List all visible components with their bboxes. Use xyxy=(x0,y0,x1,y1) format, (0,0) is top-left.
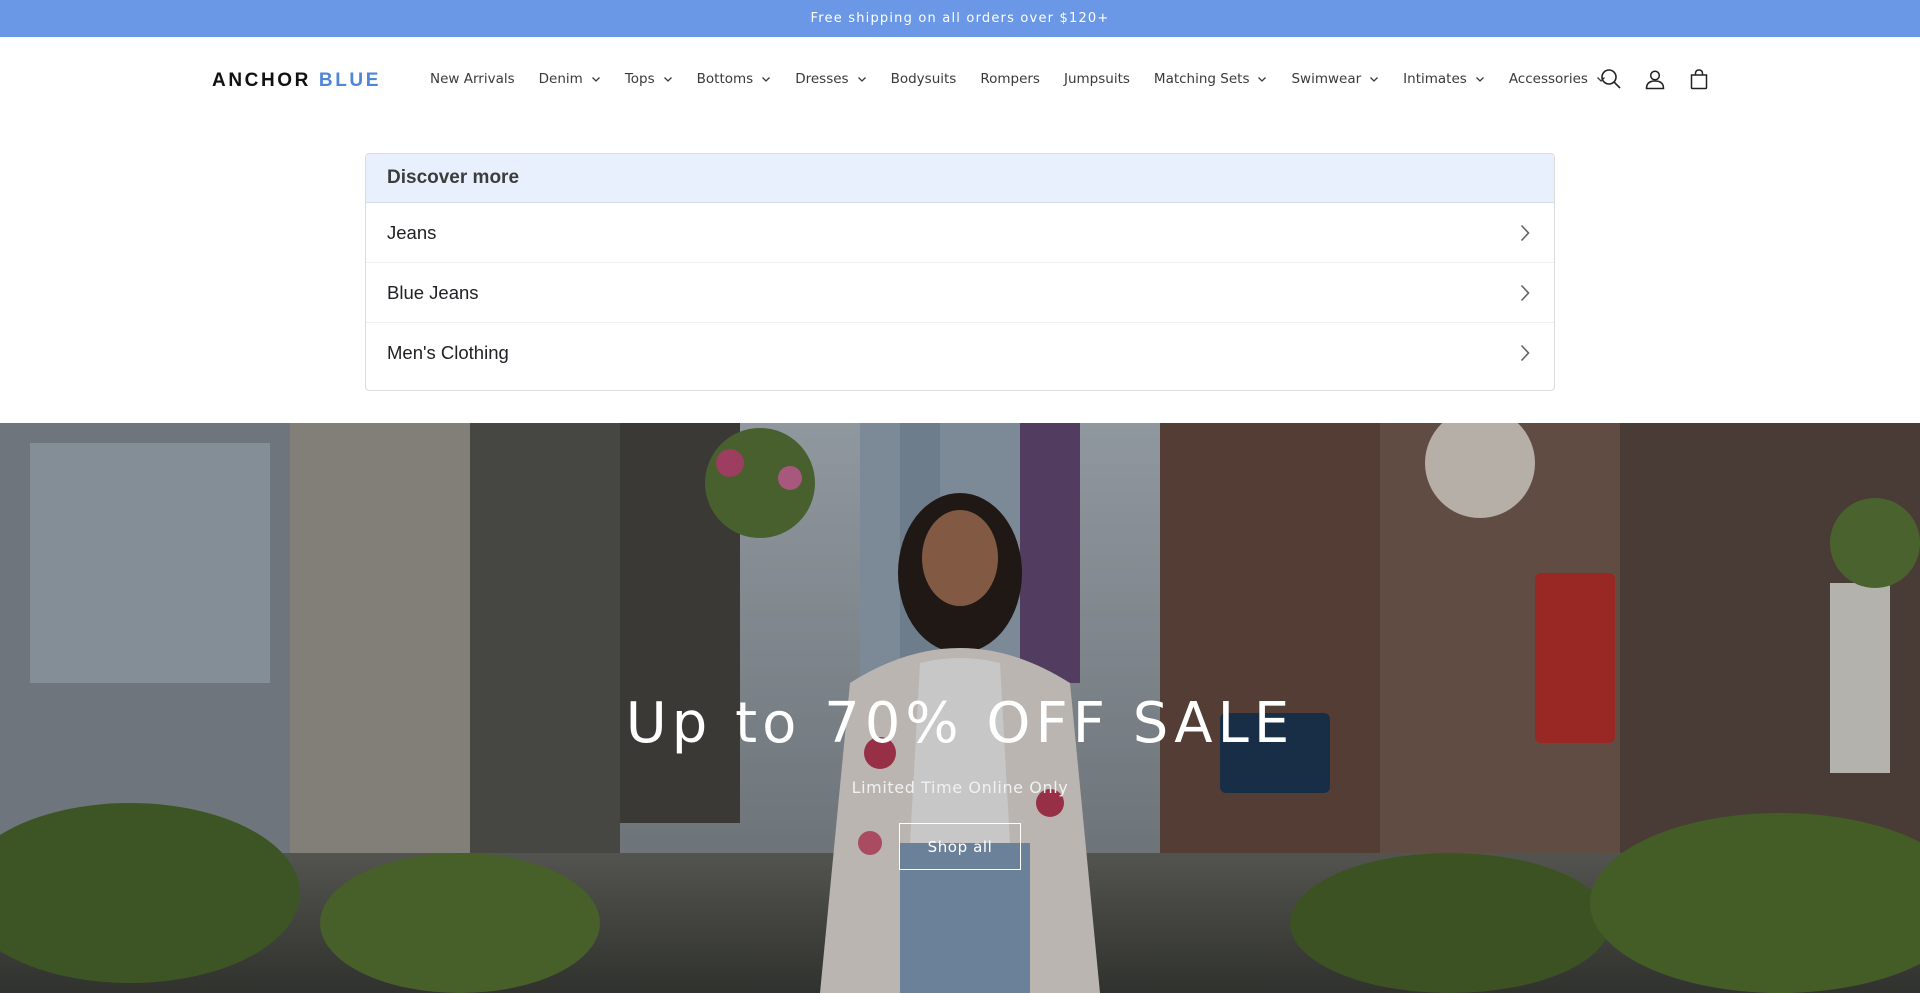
account-icon[interactable] xyxy=(1642,66,1668,92)
nav-item-rompers[interactable]: Rompers xyxy=(968,37,1052,121)
main-nav: New Arrivals Denim Tops Bottoms Dresses … xyxy=(418,37,1618,121)
discover-item-mens-clothing[interactable]: Men's Clothing xyxy=(366,323,1554,383)
chevron-down-icon xyxy=(1258,77,1267,82)
discover-item-label: Blue Jeans xyxy=(387,281,479,303)
hero-title: Up to 70% OFF SALE xyxy=(625,691,1295,756)
nav-item-label: Intimates xyxy=(1403,71,1467,87)
nav-item-denim[interactable]: Denim xyxy=(527,37,613,121)
nav-item-label: Bottoms xyxy=(696,71,754,87)
nav-item-tops[interactable]: Tops xyxy=(613,37,685,121)
shop-all-button[interactable]: Shop all xyxy=(899,823,1021,870)
discover-item-jeans[interactable]: Jeans xyxy=(366,203,1554,263)
nav-item-label: Bodysuits xyxy=(890,71,957,87)
nav-item-label: Accessories xyxy=(1508,71,1588,87)
chevron-right-icon xyxy=(1520,224,1530,241)
hero-subtitle: Limited Time Online Only xyxy=(851,778,1069,797)
nav-item-intimates[interactable]: Intimates xyxy=(1391,37,1497,121)
search-icon[interactable] xyxy=(1598,66,1624,92)
nav-item-jumpsuits[interactable]: Jumpsuits xyxy=(1052,37,1142,121)
discover-item-blue-jeans[interactable]: Blue Jeans xyxy=(366,263,1554,323)
nav-item-label: Matching Sets xyxy=(1153,71,1250,87)
chevron-down-icon xyxy=(1475,77,1484,82)
announcement-text: Free shipping on all orders over $120+ xyxy=(810,11,1110,26)
nav-item-matching-sets[interactable]: Matching Sets xyxy=(1142,37,1280,121)
hero-banner: Up to 70% OFF SALE Limited Time Online O… xyxy=(0,423,1920,993)
nav-item-bottoms[interactable]: Bottoms xyxy=(685,37,784,121)
chevron-down-icon xyxy=(762,77,771,82)
logo-text-anchor: ANCHOR xyxy=(212,70,311,91)
nav-item-label: Rompers xyxy=(980,71,1040,87)
discover-more-panel: Discover more Jeans Blue Jeans Men's Clo… xyxy=(365,153,1555,391)
chevron-down-icon xyxy=(591,77,600,82)
nav-item-new-arrivals[interactable]: New Arrivals xyxy=(418,37,527,121)
nav-item-swimwear[interactable]: Swimwear xyxy=(1279,37,1391,121)
nav-item-dresses[interactable]: Dresses xyxy=(783,37,878,121)
nav-item-label: Denim xyxy=(538,71,583,87)
nav-item-bodysuits[interactable]: Bodysuits xyxy=(879,37,969,121)
chevron-down-icon xyxy=(1370,77,1379,82)
brand-logo[interactable]: ANCHOR BLUE xyxy=(212,70,381,92)
discover-item-label: Men's Clothing xyxy=(387,342,509,363)
nav-item-label: Dresses xyxy=(795,71,849,87)
header-icons xyxy=(1598,66,1712,92)
chevron-down-icon xyxy=(663,77,672,82)
chevron-down-icon xyxy=(857,77,866,82)
nav-item-label: Jumpsuits xyxy=(1063,71,1130,87)
site-header: ANCHOR BLUE New Arrivals Denim Tops Bott… xyxy=(0,37,1920,121)
nav-item-label: Tops xyxy=(624,71,655,87)
chevron-right-icon xyxy=(1520,284,1530,301)
nav-item-label: Swimwear xyxy=(1291,71,1362,87)
announcement-bar: Free shipping on all orders over $120+ xyxy=(0,0,1920,37)
chevron-right-icon xyxy=(1520,344,1530,362)
discover-item-label: Jeans xyxy=(387,221,437,243)
nav-item-label: New Arrivals xyxy=(430,71,515,87)
cart-icon[interactable] xyxy=(1686,66,1712,92)
discover-more-title: Discover more xyxy=(366,154,1554,203)
logo-text-blue: BLUE xyxy=(318,70,382,91)
